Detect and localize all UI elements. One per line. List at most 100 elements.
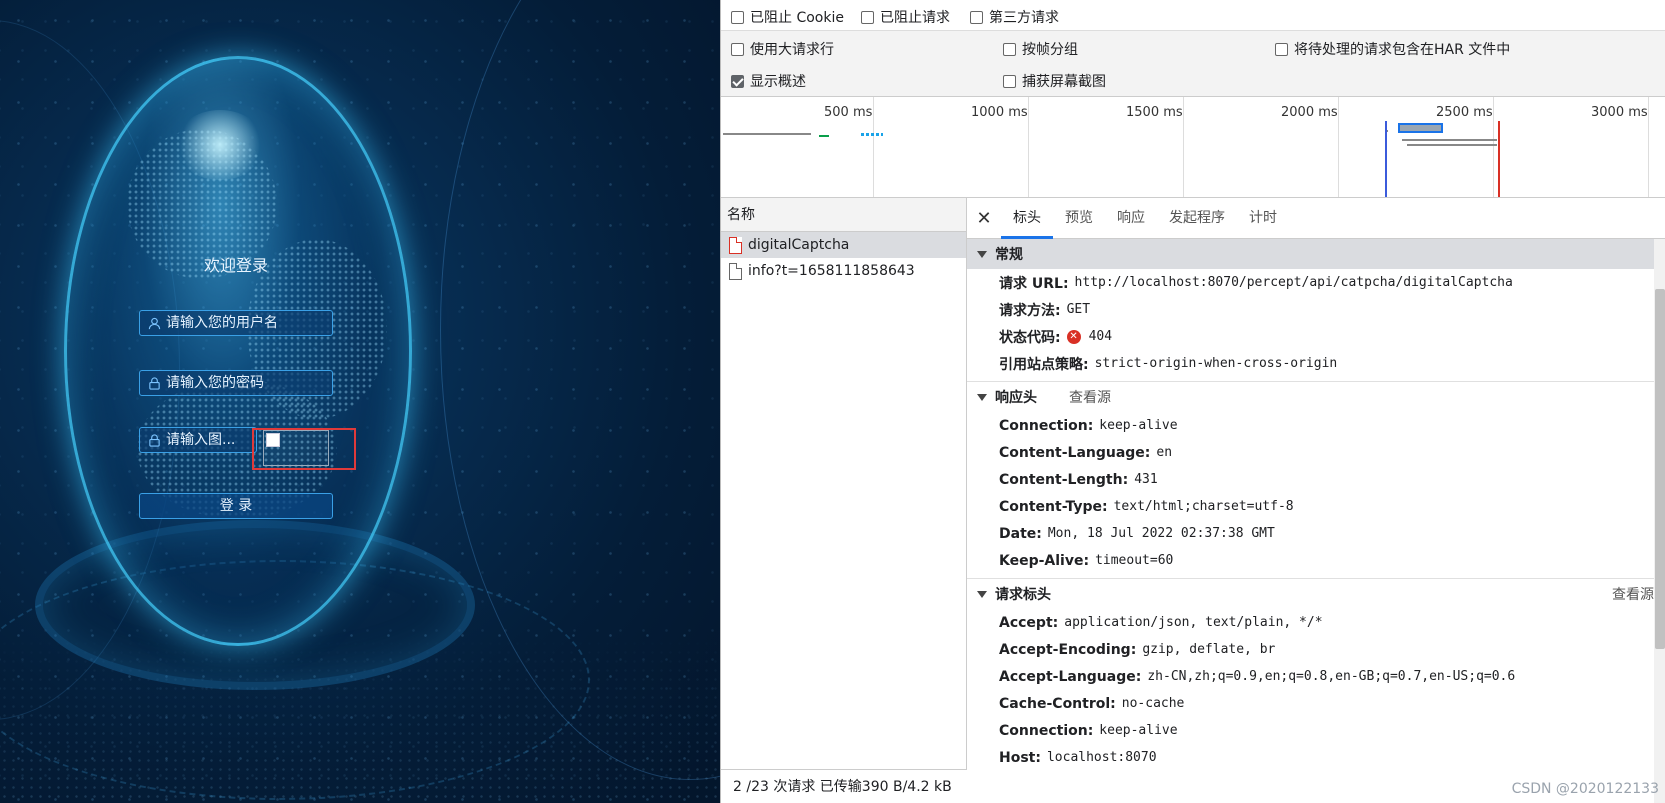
tick-label-1000: 1000 ms xyxy=(971,105,1028,120)
lock-icon xyxy=(149,433,160,447)
header-value: localhost:8070 xyxy=(1046,750,1157,765)
tab-initiator[interactable]: 发起程序 xyxy=(1157,198,1237,239)
tab-preview[interactable]: 预览 xyxy=(1053,198,1105,239)
blocked-requests-checkbox[interactable]: 已阻止请求 xyxy=(861,7,950,27)
document-error-icon xyxy=(729,236,742,254)
header-key: Cache-Control: xyxy=(999,695,1116,712)
header-value: application/json, text/plain, */* xyxy=(1064,615,1323,630)
triangle-down-icon xyxy=(977,590,987,598)
general-section-header[interactable]: 常规 xyxy=(967,239,1665,269)
request-headers-section-header[interactable]: 请求标头 查看源 xyxy=(967,579,1665,609)
header-value: text/html;charset=utf-8 xyxy=(1113,499,1294,514)
section-title: 常规 xyxy=(995,247,1023,263)
request-summary: 2 /23 次请求 已传输390 B/4.2 kB xyxy=(721,769,967,803)
selected-range xyxy=(1398,123,1443,133)
checkbox-label: 已阻止 Cookie xyxy=(750,10,844,26)
response-headers-section-header[interactable]: 响应头 查看源 xyxy=(967,382,1665,412)
login-title: 欢迎登录 xyxy=(203,256,268,275)
checkbox-box[interactable] xyxy=(731,42,744,56)
header-key: 请求方法: xyxy=(999,302,1061,319)
header-value: gzip, deflate, br xyxy=(1142,642,1276,657)
triangle-down-icon xyxy=(977,393,987,401)
checkbox-box[interactable] xyxy=(861,10,874,24)
tick-label-500: 500 ms xyxy=(824,105,873,120)
header-key: 状态代码: xyxy=(999,329,1061,346)
document-icon xyxy=(729,262,742,280)
header-row: Content-Length: 431 xyxy=(967,466,1665,493)
tick-label-1500: 1500 ms xyxy=(1126,105,1183,120)
timeline-overview[interactable]: 500 ms 1000 ms 1500 ms 2000 ms 2500 ms 3… xyxy=(721,97,1665,198)
show-overview-checkbox[interactable]: 显示概述 xyxy=(731,71,806,91)
tab-timing[interactable]: 计时 xyxy=(1237,198,1289,239)
header-key: Content-Length: xyxy=(999,471,1129,488)
checkbox-box[interactable] xyxy=(1275,42,1288,56)
screenshots-checkbox[interactable]: 捕获屏幕截图 xyxy=(1003,71,1106,91)
tab-response[interactable]: 响应 xyxy=(1105,198,1157,239)
tick-label-2500: 2500 ms xyxy=(1436,105,1493,120)
login-button[interactable]: 登 录 xyxy=(139,493,333,519)
triangle-down-icon xyxy=(977,250,987,258)
large-rows-checkbox[interactable]: 使用大请求行 xyxy=(731,39,834,59)
detail-tabs: ✕ 标头 预览 响应 发起程序 计时 xyxy=(967,198,1665,239)
header-key: Accept-Encoding: xyxy=(999,641,1137,658)
checkbox-box[interactable] xyxy=(1003,42,1016,56)
scrollbar[interactable] xyxy=(1654,239,1665,803)
header-row: Connection: keep-alive xyxy=(967,717,1665,744)
watermark: CSDN @2020122133 xyxy=(1511,781,1659,797)
request-row[interactable]: digitalCaptcha xyxy=(721,232,966,258)
dot-floor xyxy=(0,630,720,803)
username-input[interactable]: 请输入您的用户名 xyxy=(139,310,333,336)
header-value: Mon, 18 Jul 2022 02:37:38 GMT xyxy=(1047,526,1275,541)
checkbox-label: 按帧分组 xyxy=(1022,42,1078,58)
header-value: strict-origin-when-cross-origin xyxy=(1094,356,1338,371)
checkbox-box[interactable] xyxy=(1003,74,1016,88)
error-icon: ✕ xyxy=(1066,329,1081,344)
scrollbar-thumb[interactable] xyxy=(1655,289,1665,649)
checkbox-label: 第三方请求 xyxy=(989,10,1059,26)
header-row: Date: Mon, 18 Jul 2022 02:37:38 GMT xyxy=(967,520,1665,547)
request-row[interactable]: info?t=1658111858643 xyxy=(721,258,966,284)
checkbox-box[interactable] xyxy=(970,10,983,24)
login-page: 欢迎登录 请输入您的用户名 请输入您的密码 请输入图... 登 录 xyxy=(0,0,720,803)
captcha-placeholder: 请输入图... xyxy=(166,432,236,448)
timeline-tick xyxy=(1028,97,1029,197)
timeline-tick xyxy=(1648,97,1649,197)
har-pending-checkbox[interactable]: 将待处理的请求包含在HAR 文件中 xyxy=(1275,39,1510,59)
request-name: info?t=1658111858643 xyxy=(748,263,915,279)
checkbox-label: 显示概述 xyxy=(750,74,806,90)
header-row: Host: localhost:8070 xyxy=(967,744,1665,771)
filter-bar: 已阻止 Cookie 已阻止请求 第三方请求 xyxy=(721,0,1665,31)
third-party-checkbox[interactable]: 第三方请求 xyxy=(970,7,1059,27)
lock-icon xyxy=(149,376,160,390)
checkbox-box[interactable] xyxy=(731,10,744,24)
timeline-tick xyxy=(873,97,874,197)
section-title: 响应头 xyxy=(995,390,1037,406)
header-row: Accept-Encoding: gzip, deflate, br xyxy=(967,636,1665,663)
header-row: Cache-Control: no-cache xyxy=(967,690,1665,717)
section-title: 请求标头 xyxy=(995,587,1051,603)
group-by-frame-checkbox[interactable]: 按帧分组 xyxy=(1003,39,1078,59)
header-row: Content-Language: en xyxy=(967,439,1665,466)
header-value: http://localhost:8070/percept/api/catpch… xyxy=(1074,275,1513,290)
blocked-cookie-checkbox[interactable]: 已阻止 Cookie xyxy=(731,7,844,27)
name-column-header[interactable]: 名称 xyxy=(721,198,966,232)
header-value: GET xyxy=(1066,302,1091,317)
view-source-link[interactable]: 查看源 xyxy=(1069,387,1111,407)
captcha-input[interactable]: 请输入图... xyxy=(139,427,257,453)
header-key: 引用站点策略: xyxy=(999,356,1089,373)
user-icon xyxy=(148,317,161,329)
checkbox-box-checked[interactable] xyxy=(731,74,744,88)
password-input[interactable]: 请输入您的密码 xyxy=(139,370,333,396)
request-bar xyxy=(819,135,829,137)
header-value: timeout=60 xyxy=(1095,553,1174,568)
close-icon[interactable]: ✕ xyxy=(967,208,1001,229)
dom-content-loaded-line xyxy=(1385,121,1387,197)
header-row: 请求 URL: http://localhost:8070/percept/ap… xyxy=(967,269,1665,296)
password-placeholder: 请输入您的密码 xyxy=(166,375,264,391)
view-source-link[interactable]: 查看源 xyxy=(1612,584,1654,604)
tab-headers[interactable]: 标头 xyxy=(1001,198,1053,239)
load-event-line xyxy=(1498,121,1500,197)
request-name: digitalCaptcha xyxy=(748,237,850,253)
devtools-panel: 已阻止 Cookie 已阻止请求 第三方请求 使用大请求行 按帧分组 将待处理的… xyxy=(720,0,1665,803)
request-bar xyxy=(861,133,883,136)
